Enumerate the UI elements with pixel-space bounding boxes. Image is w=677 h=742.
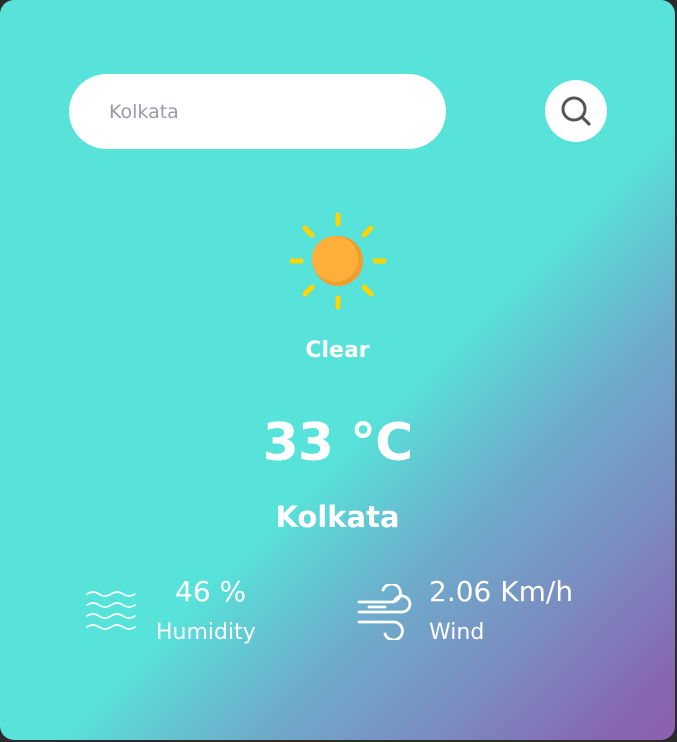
search-input[interactable] <box>107 99 411 124</box>
search-icon <box>561 96 591 126</box>
search-box[interactable] <box>69 74 446 149</box>
wind-icon <box>357 584 412 640</box>
sun-icon <box>289 212 387 310</box>
humidity-value: 46 % <box>175 575 247 608</box>
wind-value: 2.06 Km/h <box>429 575 574 608</box>
wind-label: Wind <box>429 620 485 645</box>
waves-icon <box>86 591 136 630</box>
temperature: 33 °C <box>262 413 414 473</box>
city-name: Kolkata <box>275 500 400 534</box>
weather-condition: Clear <box>305 338 370 363</box>
weather-card: Clear 33 °C Kolkata 46 % Humidity 2.06 K… <box>0 0 675 740</box>
search-button[interactable] <box>545 80 607 142</box>
humidity-label: Humidity <box>156 620 256 645</box>
